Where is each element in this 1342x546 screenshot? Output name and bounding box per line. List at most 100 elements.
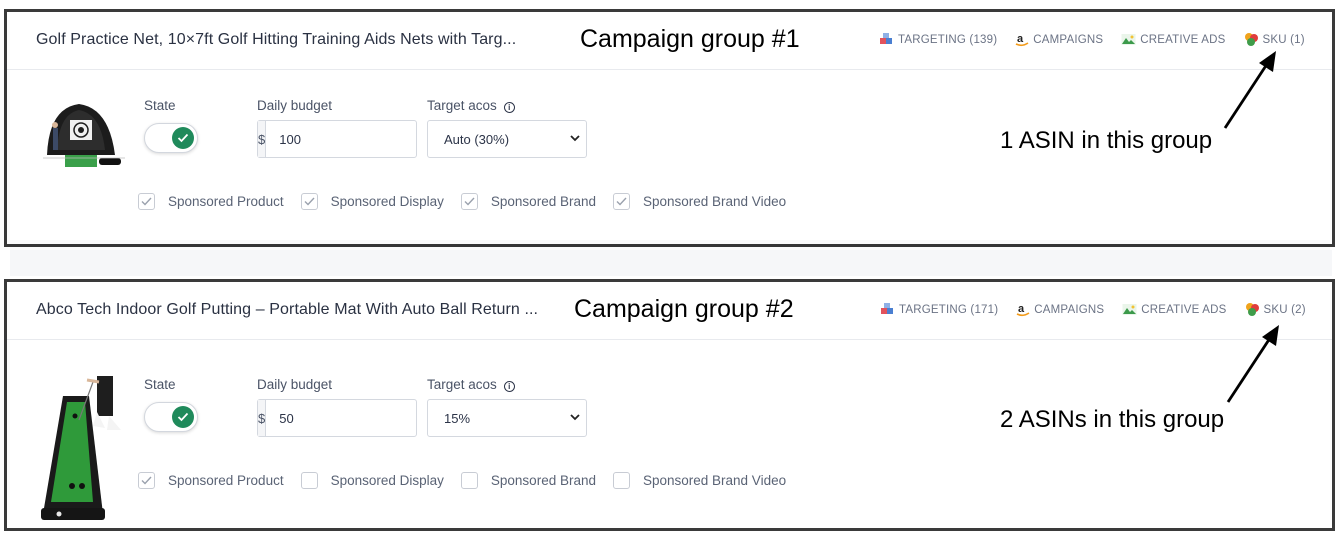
- golf-net-product-image[interactable]: [37, 100, 125, 175]
- target-acos-label: Target acos i: [427, 98, 515, 113]
- svg-text:a: a: [1017, 33, 1024, 45]
- checkbox-box: [300, 193, 318, 210]
- toggle-check-knob: [172, 406, 194, 428]
- sku-link-label: SKU (1): [1262, 33, 1305, 46]
- currency-prefix: $: [258, 121, 267, 157]
- info-icon[interactable]: i: [503, 381, 515, 392]
- info-icon[interactable]: i: [503, 102, 515, 113]
- check-icon: [616, 197, 627, 206]
- amazon-icon: a: [1016, 303, 1030, 317]
- check-icon: [304, 197, 315, 206]
- sku-link-label: SKU (2): [1263, 303, 1306, 316]
- campaign-group-annotation: Campaign group #1: [580, 25, 800, 53]
- state-toggle[interactable]: [144, 402, 198, 432]
- sku-icon: [1245, 303, 1259, 316]
- toggle-check-knob: [172, 127, 194, 149]
- campaigns-link-label: CAMPAIGNS: [1034, 303, 1105, 316]
- checkbox-box: [612, 193, 630, 210]
- target-acos-select[interactable]: 15%: [427, 399, 587, 437]
- check-icon: [141, 197, 152, 206]
- checkbox-label: Sponsored Product: [168, 473, 284, 488]
- card-header: Abco Tech Indoor Golf Putting – Portable…: [7, 282, 1332, 340]
- asin-count-note: 2 ASINs in this group: [1000, 406, 1225, 433]
- checkbox-box: [460, 193, 478, 210]
- checkbox-sponsored-brand-video[interactable]: Sponsored Brand Video: [612, 472, 787, 489]
- target-acos-value: Auto (30%): [444, 131, 510, 147]
- checkbox-box: [138, 472, 155, 489]
- checkbox-label: Sponsored Brand: [490, 194, 596, 209]
- state-label: State: [144, 98, 176, 113]
- currency-prefix: $: [258, 400, 267, 436]
- checkbox-box: [460, 472, 478, 489]
- targeting-link[interactable]: TARGETING (171): [880, 302, 998, 317]
- chevron-down-icon: [570, 135, 580, 142]
- checkbox-sponsored-display[interactable]: Sponsored Display: [300, 472, 444, 489]
- checkbox-box: [138, 193, 155, 210]
- arrow-annotation: [1223, 51, 1276, 129]
- target-acos-label-text: Target acos: [427, 377, 497, 392]
- target-acos-value: 15%: [444, 410, 471, 426]
- checkbox-label: Sponsored Brand: [490, 473, 596, 488]
- amazon-icon: a: [1015, 33, 1029, 47]
- landscape-icon: [1121, 34, 1136, 45]
- check-icon: [141, 476, 152, 485]
- daily-budget-field: $: [257, 120, 456, 158]
- header-links: TARGETING (171) a CAMPAIGNS CREATIVE ADS: [880, 302, 1306, 317]
- creative-ads-link-label: CREATIVE ADS: [1141, 303, 1227, 316]
- asin-count-note: 1 ASIN in this group: [1000, 127, 1213, 154]
- sku-link[interactable]: SKU (1): [1244, 32, 1305, 47]
- putting-mat-product-image[interactable]: [37, 374, 129, 524]
- checkbox-label: Sponsored Display: [330, 473, 444, 488]
- check-icon: [177, 412, 189, 422]
- ad-type-checkboxes: Sponsored Product Sponsored Display Spon…: [138, 193, 786, 210]
- check-icon: [464, 197, 475, 206]
- sku-link[interactable]: SKU (2): [1245, 302, 1306, 317]
- section-divider: [10, 250, 1332, 276]
- campaigns-link[interactable]: a CAMPAIGNS: [1015, 32, 1103, 47]
- campaign-group-card: Abco Tech Indoor Golf Putting – Portable…: [4, 279, 1335, 531]
- targeting-link[interactable]: TARGETING (139): [879, 32, 997, 47]
- state-toggle[interactable]: [144, 123, 198, 153]
- checkbox-sponsored-brand-video[interactable]: Sponsored Brand Video: [612, 193, 787, 210]
- checkbox-sponsored-display[interactable]: Sponsored Display: [300, 193, 444, 210]
- target-acos-select[interactable]: Auto (30%): [427, 120, 587, 158]
- checkbox-sponsored-product[interactable]: Sponsored Product: [138, 193, 284, 210]
- sku-icon: [1244, 33, 1258, 46]
- daily-budget-label: Daily budget: [257, 377, 333, 392]
- checkbox-label: Sponsored Product: [168, 194, 284, 209]
- blocks-icon: [880, 33, 892, 44]
- targeting-link-label: TARGETING (139): [898, 33, 998, 46]
- campaigns-link[interactable]: a CAMPAIGNS: [1016, 302, 1104, 317]
- checkbox-box: [612, 472, 630, 489]
- product-title[interactable]: Golf Practice Net, 10×7ft Golf Hitting T…: [36, 31, 516, 49]
- checkbox-label: Sponsored Brand Video: [642, 194, 787, 209]
- checkbox-box: [300, 472, 318, 489]
- targeting-link-label: TARGETING (171): [899, 303, 999, 316]
- daily-budget-field: $: [257, 399, 456, 437]
- header-links: TARGETING (139) a CAMPAIGNS CREATIVE ADS: [879, 32, 1305, 47]
- target-acos-label-text: Target acos: [427, 98, 497, 113]
- svg-text:a: a: [1018, 303, 1025, 315]
- blocks-icon: [881, 303, 893, 314]
- chevron-down-icon: [570, 414, 580, 421]
- landscape-icon: [1122, 304, 1137, 315]
- creative-ads-link[interactable]: CREATIVE ADS: [1121, 33, 1225, 46]
- daily-budget-label: Daily budget: [257, 98, 333, 113]
- checkbox-label: Sponsored Brand Video: [642, 473, 787, 488]
- creative-ads-link-label: CREATIVE ADS: [1140, 33, 1226, 46]
- arrow-annotation: [1226, 325, 1279, 403]
- state-label: State: [144, 377, 176, 392]
- checkbox-label: Sponsored Display: [330, 194, 444, 209]
- checkbox-sponsored-product[interactable]: Sponsored Product: [138, 472, 284, 489]
- creative-ads-link[interactable]: CREATIVE ADS: [1122, 303, 1226, 316]
- ad-type-checkboxes: Sponsored Product Sponsored Display Spon…: [138, 472, 786, 489]
- product-title[interactable]: Abco Tech Indoor Golf Putting – Portable…: [36, 301, 538, 319]
- campaign-group-card: Golf Practice Net, 10×7ft Golf Hitting T…: [4, 9, 1335, 247]
- campaigns-link-label: CAMPAIGNS: [1033, 33, 1104, 46]
- checkbox-sponsored-brand[interactable]: Sponsored Brand: [460, 472, 596, 489]
- target-acos-label: Target acos i: [427, 377, 515, 392]
- checkbox-sponsored-brand[interactable]: Sponsored Brand: [460, 193, 596, 210]
- card-header: Golf Practice Net, 10×7ft Golf Hitting T…: [7, 12, 1332, 70]
- check-icon: [177, 133, 189, 143]
- campaign-group-annotation: Campaign group #2: [574, 295, 794, 323]
